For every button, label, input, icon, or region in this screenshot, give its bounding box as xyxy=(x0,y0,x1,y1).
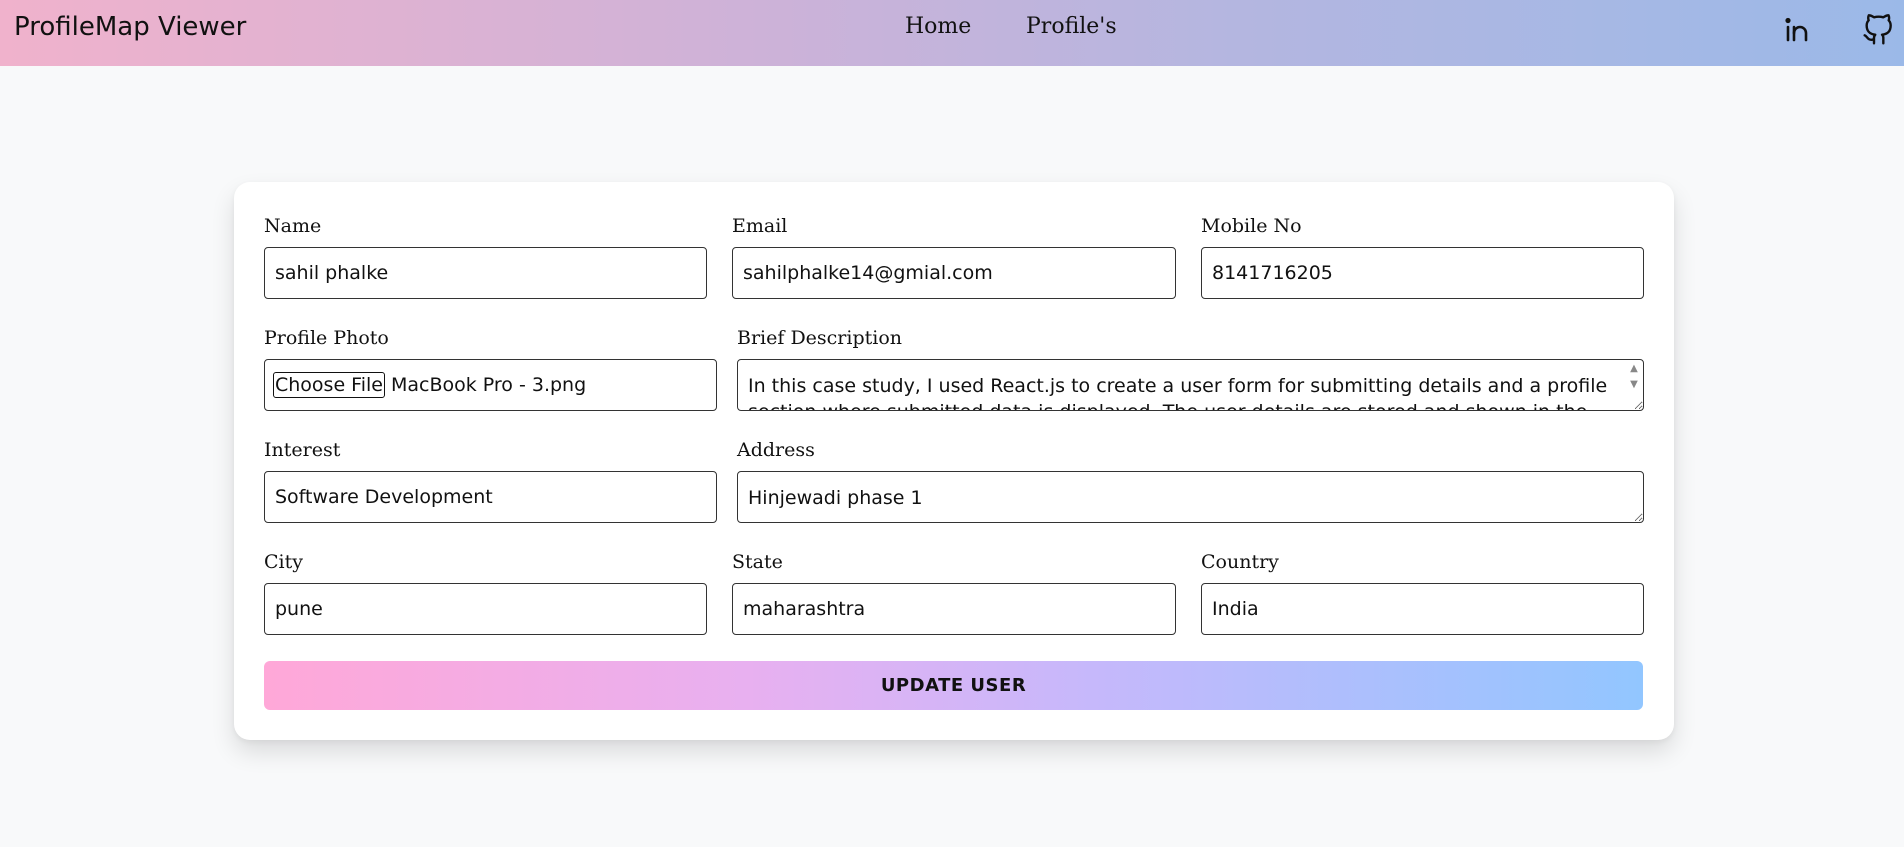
description-wrapper: In this case study, I used React.js to c… xyxy=(737,359,1644,411)
mobile-label: Mobile No xyxy=(1201,215,1302,237)
address-label: Address xyxy=(737,439,815,461)
description-label: Brief Description xyxy=(737,327,903,349)
nav-home-link[interactable]: Home xyxy=(905,14,971,39)
email-label: Email xyxy=(732,215,788,237)
update-user-button[interactable]: UPDATE USER xyxy=(264,661,1643,710)
interest-label: Interest xyxy=(264,439,341,461)
user-form-card: Name Email Mobile No Profile Photo Choos… xyxy=(234,182,1674,740)
top-navbar: ProfileMap Viewer Home Profile's xyxy=(0,0,1904,66)
description-textarea[interactable]: In this case study, I used React.js to c… xyxy=(737,359,1644,411)
github-icon[interactable] xyxy=(1862,14,1894,46)
address-textarea[interactable]: Hinjewadi phase 1 xyxy=(737,471,1644,523)
app-title[interactable]: ProfileMap Viewer xyxy=(14,12,246,42)
mobile-input[interactable] xyxy=(1201,247,1644,299)
name-label: Name xyxy=(264,215,322,237)
state-input[interactable] xyxy=(732,583,1176,635)
nav-profiles-link[interactable]: Profile's xyxy=(1026,14,1117,39)
city-input[interactable] xyxy=(264,583,707,635)
choose-file-button[interactable]: Choose File xyxy=(273,372,385,398)
state-label: State xyxy=(732,551,783,573)
email-input[interactable] xyxy=(732,247,1176,299)
profile-photo-label: Profile Photo xyxy=(264,327,389,349)
name-input[interactable] xyxy=(264,247,707,299)
city-label: City xyxy=(264,551,303,573)
interest-input[interactable] xyxy=(264,471,717,523)
country-input[interactable] xyxy=(1201,583,1644,635)
selected-file-name: MacBook Pro - 3.png xyxy=(390,374,587,396)
profile-photo-file-input[interactable]: Choose File MacBook Pro - 3.png xyxy=(264,359,717,411)
linkedin-icon[interactable] xyxy=(1782,14,1814,46)
textarea-scrollbar[interactable]: ▲ ▼ xyxy=(1628,361,1640,393)
country-label: Country xyxy=(1201,551,1279,573)
